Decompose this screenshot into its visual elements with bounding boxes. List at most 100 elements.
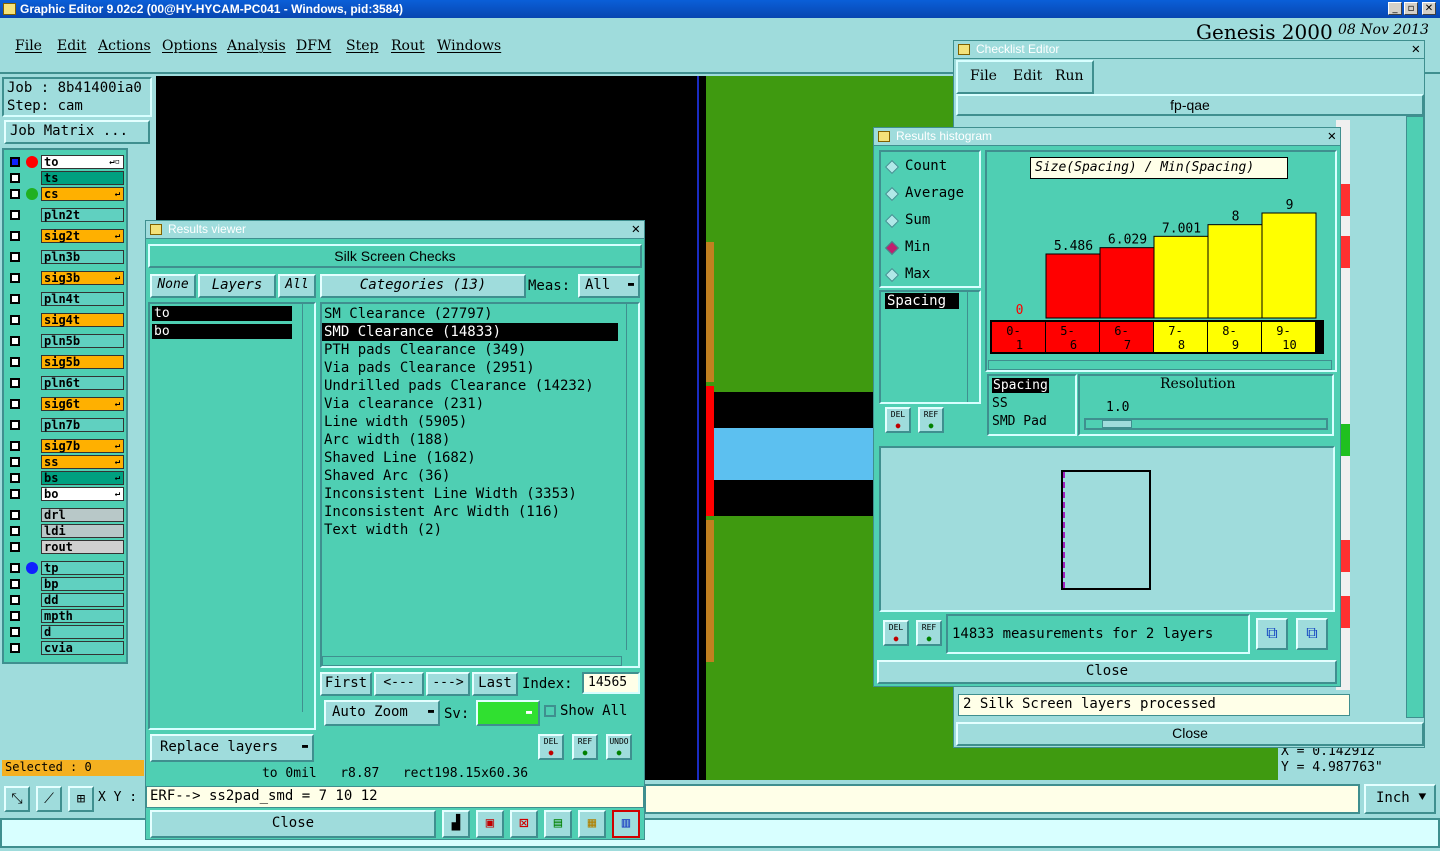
layer-row-cs[interactable]: cs ↵ — [8, 187, 124, 201]
layer-checkbox[interactable] — [10, 378, 20, 388]
layer-checkbox[interactable] — [10, 542, 20, 552]
category-item[interactable]: Arc width (188) — [324, 431, 450, 449]
rv-del-icon[interactable]: DEL ● — [538, 734, 564, 760]
replace-layers-dropdown[interactable]: Replace layers ▬ — [150, 734, 314, 762]
layer-checkbox[interactable] — [10, 173, 20, 183]
hist-del-icon[interactable]: DEL ● — [885, 407, 911, 433]
histogram-bar[interactable] — [1099, 247, 1155, 319]
preview-panel[interactable] — [879, 446, 1335, 612]
layer-checkbox[interactable] — [10, 473, 20, 483]
histogram-bar[interactable] — [1153, 235, 1209, 319]
layer-name[interactable]: ldi — [41, 524, 124, 538]
command-line[interactable] — [644, 784, 1360, 814]
layer-name[interactable]: sig2t ↵ — [41, 229, 124, 243]
category-item[interactable]: Via clearance (231) — [324, 395, 484, 413]
grid-icon[interactable]: ⊞ — [68, 786, 94, 812]
meas-dropdown[interactable]: All ▬ — [578, 274, 640, 298]
units-dropdown[interactable]: Inch ⯆ — [1364, 784, 1436, 814]
index-input[interactable]: 14565 — [582, 672, 640, 694]
histogram-bar[interactable] — [1207, 224, 1263, 319]
layer-row-sig7b[interactable]: sig7b ↵ — [8, 439, 124, 453]
preview-ref-icon[interactable]: REF ● — [916, 620, 942, 646]
layer-name[interactable]: dd — [41, 593, 124, 607]
layer-name[interactable]: tp — [41, 561, 124, 575]
layer-name[interactable]: pln6t — [41, 376, 124, 390]
rv-layer-scrollbar[interactable] — [302, 302, 316, 712]
mode-label-min[interactable]: Min — [905, 239, 930, 255]
layer-name[interactable]: pln2t — [41, 208, 124, 222]
layer-checkbox[interactable] — [10, 157, 20, 167]
layer-checkbox[interactable] — [10, 563, 20, 573]
layer-row-cvia[interactable]: cvia — [8, 641, 124, 655]
layer-name[interactable]: sig3b ↵ — [41, 271, 124, 285]
mode-label-max[interactable]: Max — [905, 266, 930, 282]
layer-checkbox[interactable] — [10, 595, 20, 605]
last-button[interactable]: Last — [472, 672, 518, 696]
layer-row-sig3b[interactable]: sig3b ↵ — [8, 271, 124, 285]
layer-name[interactable]: mpth — [41, 609, 124, 623]
layer-checkbox[interactable] — [10, 273, 20, 283]
histogram-close-button[interactable]: Close — [877, 660, 1337, 684]
next-button[interactable]: ---> — [426, 672, 470, 696]
auto-zoom-dropdown[interactable]: Auto Zoom ▬ — [324, 700, 440, 726]
checklist-menu-edit[interactable]: Edit — [1013, 68, 1042, 84]
res-list[interactable]: Spacing SS SMD Pad — [987, 374, 1077, 436]
layer-row-ts[interactable]: ts — [8, 171, 124, 185]
layer-row-dd[interactable]: dd — [8, 593, 124, 607]
layer-checkbox[interactable] — [10, 627, 20, 637]
checklist-close-button[interactable]: Close — [956, 722, 1424, 746]
rv-undo-icon[interactable]: UNDO ● — [606, 734, 632, 760]
layer-name[interactable]: bo ↵ — [41, 487, 124, 501]
layer-checkbox[interactable] — [10, 441, 20, 451]
spacing-list-item[interactable]: Spacing — [885, 293, 959, 309]
close-icon[interactable]: ✕ — [1412, 41, 1420, 57]
layer-checkbox[interactable] — [10, 420, 20, 430]
histogram-icon[interactable]: ▥ — [612, 810, 640, 838]
layer-name[interactable]: ts — [41, 171, 124, 185]
main-titlebar[interactable]: Graphic Editor 9.02c2 (00@HY-HYCAM-PC041… — [0, 0, 1440, 18]
show-all-checkbox[interactable] — [544, 705, 556, 717]
chart-settings-icon[interactable]: ⧉ — [1296, 618, 1328, 650]
layer-row-pln5b[interactable]: pln5b — [8, 334, 124, 348]
category-item[interactable]: Line width (5905) — [324, 413, 467, 431]
checklist-menu-file[interactable]: File — [970, 68, 997, 84]
layer-name[interactable]: sig4t — [41, 313, 124, 327]
rv-close-button[interactable]: Close — [150, 810, 436, 838]
minimize-button[interactable]: _ — [1388, 2, 1402, 15]
layer-name[interactable]: bp — [41, 577, 124, 591]
preview-del-icon[interactable]: DEL ● — [883, 620, 909, 646]
res-item-spacing[interactable]: Spacing — [992, 378, 1049, 393]
first-button[interactable]: First — [320, 672, 372, 696]
close-icon[interactable]: ✕ — [632, 221, 640, 237]
list-scrollbar[interactable] — [967, 292, 979, 402]
menu-item-edit[interactable]: Edit — [57, 38, 86, 54]
layer-row-sig6t[interactable]: sig6t ↵ — [8, 397, 124, 411]
tab-all[interactable]: All — [278, 274, 316, 298]
layer-row-rout[interactable]: rout — [8, 540, 124, 554]
rv-layer-to[interactable]: to — [152, 306, 292, 321]
histogram-bar[interactable] — [1261, 212, 1317, 319]
layer-name[interactable]: sig7b ↵ — [41, 439, 124, 453]
hist-ref-icon[interactable]: REF ● — [918, 407, 944, 433]
histogram-bar[interactable] — [1045, 253, 1101, 319]
mode-label-count[interactable]: Count — [905, 158, 947, 174]
spacing-list[interactable]: Spacing — [879, 290, 981, 404]
category-item[interactable]: Via pads Clearance (2951) — [324, 359, 535, 377]
category-item[interactable]: Undrilled pads Clearance (14232) — [324, 377, 594, 395]
layer-name[interactable]: pln5b — [41, 334, 124, 348]
menu-item-actions[interactable]: Actions — [98, 38, 151, 54]
layer-row-pln7b[interactable]: pln7b — [8, 418, 124, 432]
layer-row-bs[interactable]: bs ↵ — [8, 471, 124, 485]
category-item[interactable]: PTH pads Clearance (349) — [324, 341, 526, 359]
layer-row-pln4t[interactable]: pln4t — [8, 292, 124, 306]
layer-checkbox[interactable] — [10, 294, 20, 304]
window-red-icon[interactable]: ▣ — [476, 810, 504, 838]
rv-ref-icon[interactable]: REF ● — [572, 734, 598, 760]
layer-checkbox[interactable] — [10, 611, 20, 621]
menu-item-analysis[interactable]: Analysis — [227, 38, 286, 54]
measure-icon[interactable]: ⟋ — [36, 786, 62, 812]
layer-row-mpth[interactable]: mpth — [8, 609, 124, 623]
menu-item-file[interactable]: File — [15, 38, 42, 54]
export-chart-icon[interactable]: ⧉ — [1256, 618, 1288, 650]
category-item[interactable]: Text width (2) — [324, 521, 442, 539]
